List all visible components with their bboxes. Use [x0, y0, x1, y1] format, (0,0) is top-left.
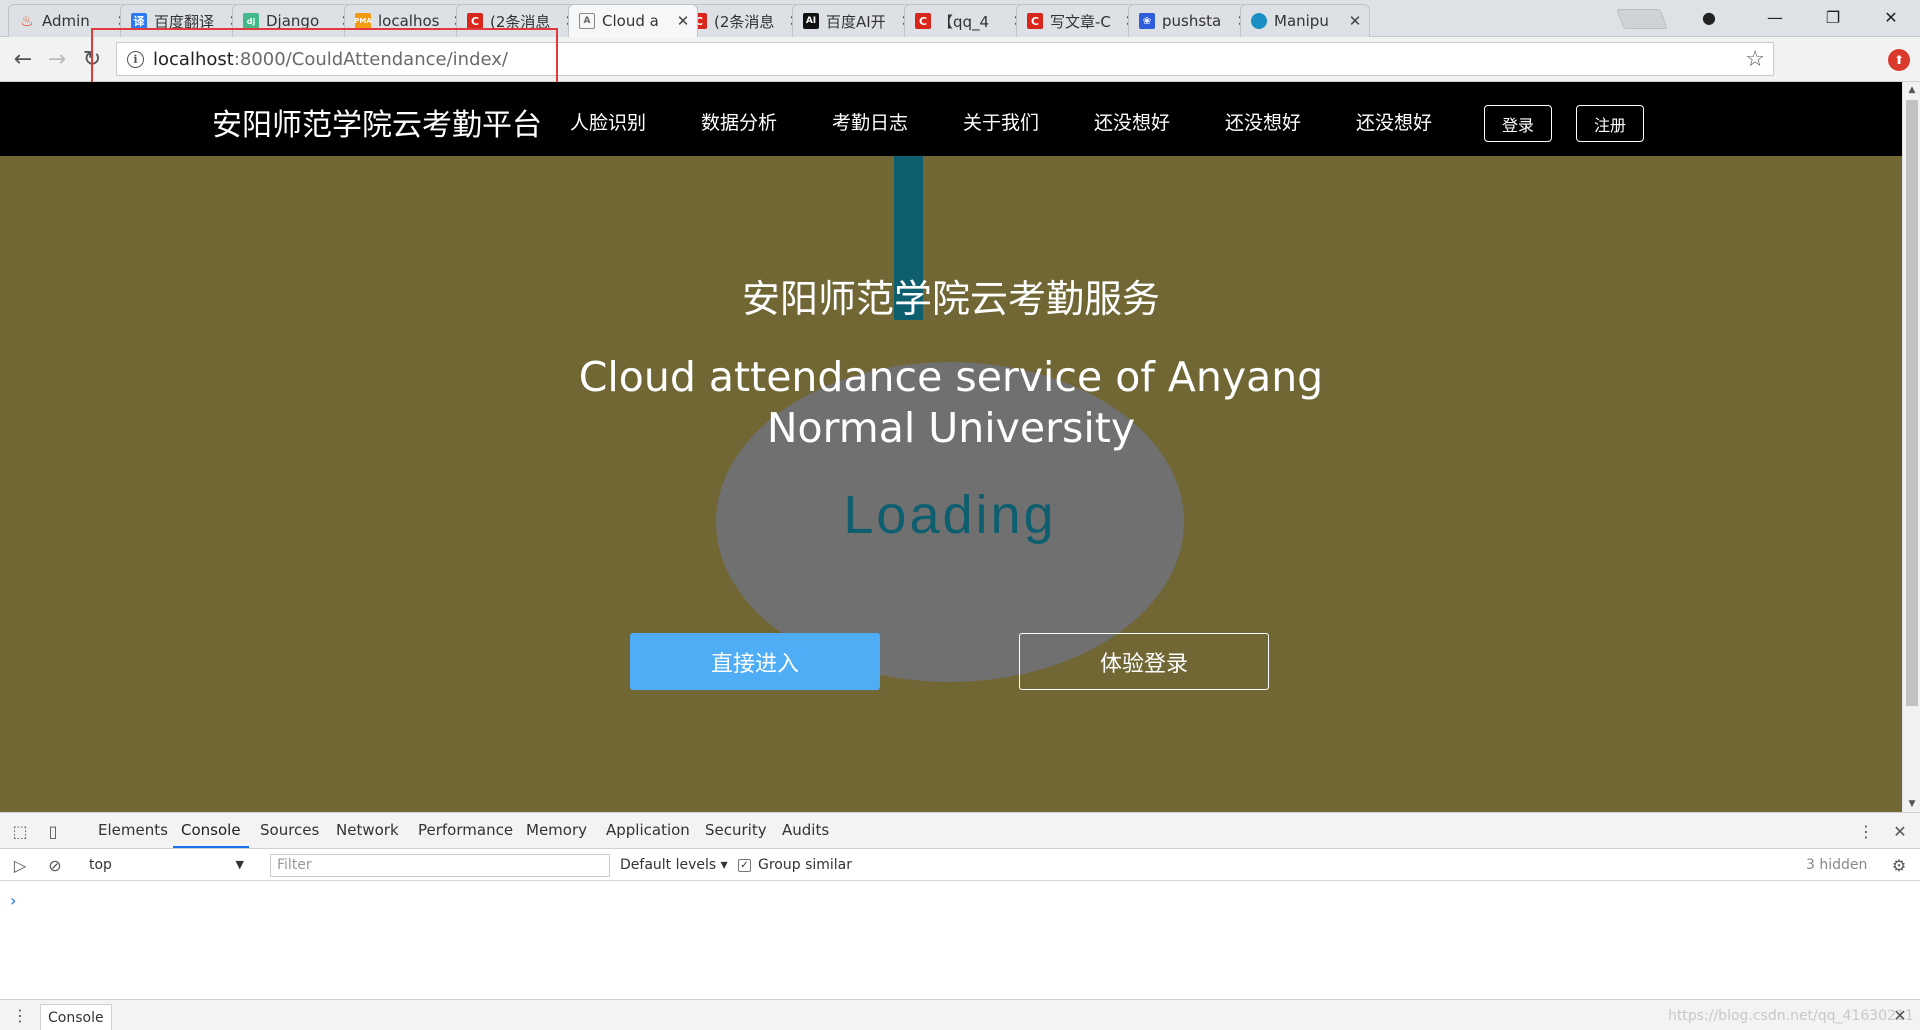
window-close-icon[interactable]: ✕: [1862, 0, 1920, 34]
hero-title-en: Cloud attendance service of Anyang Norma…: [578, 353, 1324, 452]
scroll-down-icon[interactable]: ▼: [1903, 796, 1920, 812]
tab-title: pushsta: [1162, 12, 1222, 30]
nav-item-data-analysis[interactable]: 数据分析: [701, 108, 777, 135]
new-tab-button[interactable]: [1616, 9, 1668, 29]
browser-tab[interactable]: C (2条消息 ✕: [680, 4, 810, 37]
back-icon[interactable]: ←: [9, 45, 37, 73]
translate-icon: 译: [131, 13, 147, 29]
browser-tab-active[interactable]: A Cloud a ✕: [568, 4, 698, 37]
devtools-tab-audits[interactable]: Audits: [774, 813, 837, 848]
console-prompt[interactable]: ›: [10, 891, 16, 910]
devtools-tab-sources[interactable]: Sources: [252, 813, 327, 848]
drawer-menu-icon[interactable]: ⋮: [9, 1004, 31, 1026]
nav-item-face-recognition[interactable]: 人脸识别: [570, 108, 646, 135]
nav-item-about-us[interactable]: 关于我们: [963, 108, 1039, 135]
devtools-panel: ⬚ ▯ Elements Console Sources Network Per…: [0, 812, 1920, 1030]
site-brand[interactable]: 安阳师范学院云考勤平台: [212, 100, 542, 144]
devtools-drawer: ⋮ Console https://blog.csdn.net/qq_41630…: [0, 999, 1920, 1030]
csdn-icon: C: [467, 13, 483, 29]
tab-title: (2条消息: [714, 12, 775, 31]
devtools-close-icon[interactable]: ✕: [1889, 820, 1911, 842]
nav-item-placeholder[interactable]: 还没想好: [1356, 108, 1432, 135]
gear-icon[interactable]: ⚙: [1888, 854, 1910, 876]
nav-item-placeholder[interactable]: 还没想好: [1094, 108, 1170, 135]
django-icon: dj: [243, 13, 259, 29]
devtools-tab-elements[interactable]: Elements: [90, 813, 176, 848]
forward-icon[interactable]: →: [43, 45, 71, 73]
checkbox-icon[interactable]: ✓: [738, 858, 751, 872]
browser-tab[interactable]: ❀ pushsta ✕: [1128, 4, 1258, 37]
profile-icon[interactable]: ●: [1680, 0, 1738, 34]
csdn-icon: C: [1027, 13, 1043, 29]
address-highlight-box: [91, 28, 558, 89]
scrollbar-thumb[interactable]: [1906, 100, 1918, 706]
console-filter-input[interactable]: Filter: [270, 854, 610, 877]
browser-tab[interactable]: C 写文章-C ✕: [1016, 4, 1146, 37]
devtools-tab-application[interactable]: Application: [598, 813, 698, 848]
close-icon[interactable]: ✕: [1347, 12, 1363, 30]
nav-item-attendance-log[interactable]: 考勤日志: [832, 108, 908, 135]
page-icon: A: [579, 13, 595, 29]
drawer-tab-console[interactable]: Console: [40, 1004, 112, 1030]
nav-item-placeholder[interactable]: 还没想好: [1225, 108, 1301, 135]
tab-title: Cloud a: [602, 12, 659, 30]
csdn-icon: C: [915, 13, 931, 29]
browser-tab[interactable]: Manipu ✕: [1240, 4, 1370, 37]
browser-tab[interactable]: C 【qq_4 ✕: [904, 4, 1034, 37]
bookmark-star-icon[interactable]: ☆: [1745, 47, 1765, 72]
devtools-tab-memory[interactable]: Memory: [518, 813, 595, 848]
log-levels-label: Default levels: [620, 857, 717, 873]
group-similar-label: Group similar: [758, 857, 853, 873]
more-options-icon[interactable]: ⋮: [1855, 820, 1877, 842]
page-scrollbar[interactable]: ▲ ▼: [1902, 82, 1920, 812]
baidu-icon: ❀: [1139, 13, 1155, 29]
scroll-up-icon[interactable]: ▲: [1903, 82, 1920, 98]
devtools-tabbar: ⬚ ▯ Elements Console Sources Network Per…: [0, 813, 1920, 849]
hero-title-cn: 安阳师范学院云考勤服务: [741, 277, 1160, 321]
pma-icon: PMA: [354, 13, 372, 29]
device-toolbar-icon[interactable]: ▯: [42, 820, 64, 842]
bird-icon: [1251, 13, 1267, 29]
flame-icon: ♨: [20, 12, 34, 30]
restore-icon[interactable]: ❐: [1804, 0, 1862, 34]
loading-text: Loading: [843, 485, 1057, 545]
group-similar-toggle[interactable]: ✓ Group similar: [738, 853, 852, 877]
trial-login-button[interactable]: 体验登录: [1019, 633, 1269, 690]
devtools-tab-network[interactable]: Network: [328, 813, 407, 848]
minimize-icon[interactable]: —: [1746, 0, 1804, 34]
tab-title: 百度AI开: [826, 12, 886, 31]
drawer-close-icon[interactable]: ✕: [1889, 1004, 1911, 1026]
tab-title: 写文章-C: [1050, 12, 1111, 31]
chevron-down-icon: ▼: [235, 858, 244, 871]
hidden-count: 3 hidden: [1806, 857, 1868, 873]
site-navbar: 安阳师范学院云考勤平台 人脸识别 数据分析 考勤日志 关于我们 还没想好 还没想…: [0, 82, 1902, 156]
console-toolbar: ▷ ⊘ top ▼ Filter Default levels ▾ ✓ Grou…: [0, 849, 1920, 881]
watermark-text: https://blog.csdn.net/qq_41630211: [1668, 1008, 1914, 1024]
login-button[interactable]: 登录: [1484, 105, 1552, 142]
devtools-tab-performance[interactable]: Performance: [410, 813, 521, 848]
extension-icon[interactable]: ⬆: [1888, 49, 1910, 71]
tab-title: 【qq_4: [938, 12, 990, 31]
enter-button[interactable]: 直接进入: [630, 633, 880, 690]
devtools-tab-console[interactable]: Console: [173, 813, 249, 848]
sidebar-toggle-icon[interactable]: ▷: [9, 854, 31, 876]
clear-console-icon[interactable]: ⊘: [44, 854, 66, 876]
browser-tab[interactable]: AI 百度AI开 ✕: [792, 4, 922, 37]
inspect-element-icon[interactable]: ⬚: [9, 820, 31, 842]
context-value: top: [89, 857, 112, 873]
ai-icon: AI: [803, 13, 819, 29]
register-button[interactable]: 注册: [1576, 105, 1644, 142]
page-viewport: 安阳师范学院云考勤平台 人脸识别 数据分析 考勤日志 关于我们 还没想好 还没想…: [0, 82, 1902, 812]
log-levels-dropdown[interactable]: Default levels ▾: [620, 853, 728, 877]
devtools-tab-security[interactable]: Security: [697, 813, 775, 848]
close-icon[interactable]: ✕: [675, 12, 691, 30]
context-select[interactable]: top ▼: [80, 853, 252, 877]
tab-title: Manipu: [1274, 12, 1329, 30]
